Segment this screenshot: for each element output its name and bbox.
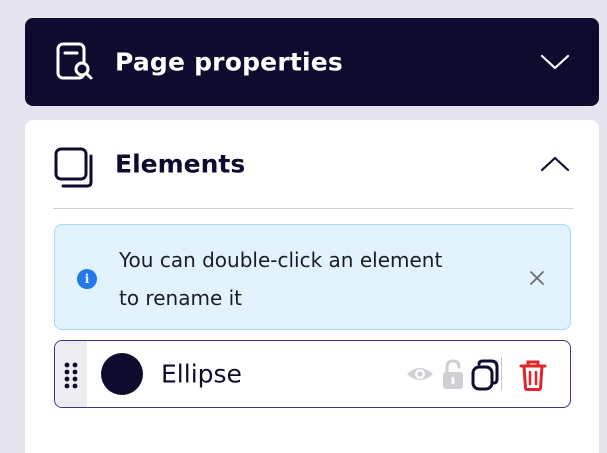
divider: [53, 208, 573, 209]
grip-icon: [64, 362, 78, 389]
info-line-1: You can double-click an element: [119, 248, 443, 272]
elements-title: Elements: [115, 149, 246, 179]
page-search-icon: [56, 42, 93, 80]
info-message: You can double-click an element to renam…: [119, 241, 519, 317]
info-line-2: to rename it: [119, 286, 242, 310]
action-separator: [501, 357, 502, 391]
layers-icon: [54, 147, 93, 188]
chevron-down-icon[interactable]: [539, 52, 571, 72]
trash-icon[interactable]: [519, 359, 547, 391]
close-icon[interactable]: [526, 267, 548, 289]
eye-icon[interactable]: [405, 359, 435, 389]
element-name[interactable]: Ellipse: [161, 360, 242, 389]
elements-panel: Elements i You can double-click an eleme…: [25, 120, 599, 453]
page-properties-header[interactable]: Page properties: [25, 18, 599, 106]
element-row[interactable]: Ellipse: [54, 340, 571, 408]
drag-handle[interactable]: [55, 341, 87, 407]
info-banner: i You can double-click an element to ren…: [54, 224, 571, 330]
chevron-up-icon[interactable]: [539, 154, 571, 174]
duplicate-icon[interactable]: [470, 359, 500, 391]
info-icon: i: [77, 269, 97, 289]
unlock-icon[interactable]: [440, 359, 466, 391]
page-properties-title: Page properties: [115, 47, 344, 77]
ellipse-swatch: [101, 353, 143, 395]
